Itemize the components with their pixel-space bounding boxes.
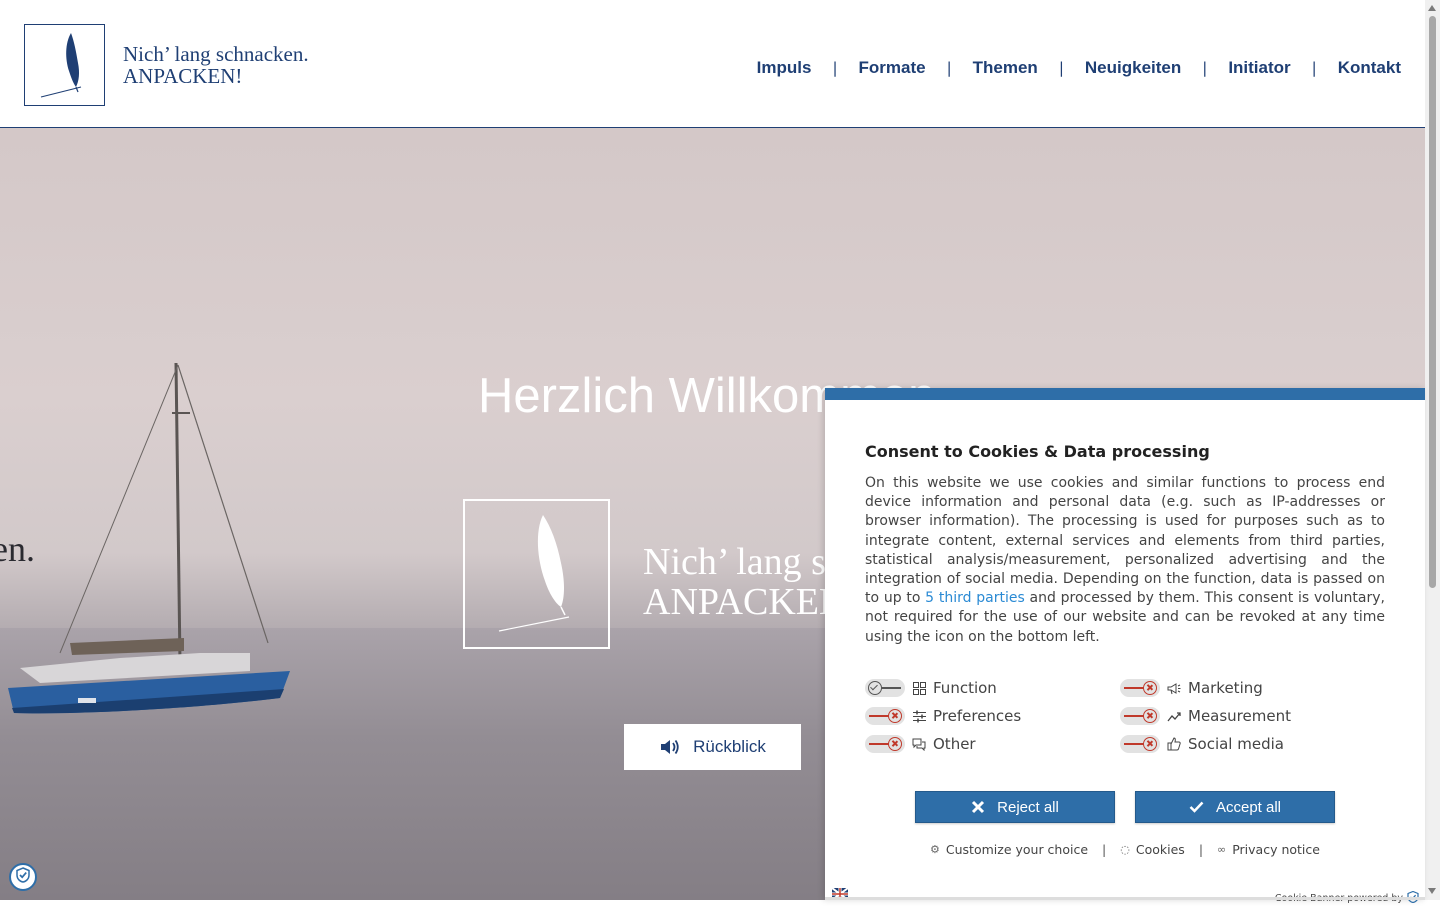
reject-all-button[interactable]: Reject all (915, 791, 1115, 823)
x-circle-icon (1143, 709, 1157, 723)
site-header: Nich’ lang schnacken. ANPACKEN! Impuls |… (0, 0, 1425, 128)
scroll-thumb[interactable] (1429, 16, 1436, 588)
customize-label: Customize your choice (945, 842, 1089, 857)
main-nav: Impuls | Formate | Themen | Neuigkeiten … (757, 58, 1401, 78)
shield-check-icon (15, 867, 31, 887)
x-circle-icon (1143, 681, 1157, 695)
rueckblick-button[interactable]: Rückblick (624, 724, 801, 770)
hero-side-text: en. (0, 529, 35, 569)
measurement-label: Measurement (1188, 707, 1291, 725)
other-toggle[interactable] (865, 735, 905, 753)
thumbs-up-icon (1166, 736, 1182, 752)
logo-wordmark: Nich’ lang schnacken. ANPACKEN! (123, 43, 309, 87)
cookie-desc-part-1: On this website we use cookies and simil… (865, 475, 1385, 607)
privacy-notice-link[interactable]: ∞ Privacy notice (1217, 842, 1320, 857)
nav-separator: | (832, 59, 838, 77)
site-logo[interactable]: Nich’ lang schnacken. ANPACKEN! (24, 24, 309, 106)
megaphone-icon (1166, 680, 1182, 696)
preferences-toggle[interactable] (865, 707, 905, 725)
marketing-label: Marketing (1188, 679, 1263, 697)
nav-kontakt[interactable]: Kontakt (1338, 58, 1401, 78)
cookie-icon: ◌ (1120, 843, 1130, 856)
link-separator: | (1102, 842, 1107, 857)
cookie-title: Consent to Cookies & Data processing (865, 442, 1210, 461)
x-circle-icon (1143, 737, 1157, 751)
close-icon (971, 800, 985, 814)
speaker-icon (659, 738, 681, 756)
sailboat-image (8, 362, 290, 714)
nav-themen[interactable]: Themen (973, 58, 1038, 78)
social-media-toggle[interactable] (1120, 735, 1160, 753)
cookie-description: On this website we use cookies and simil… (865, 474, 1385, 647)
logo-line-1: Nich’ lang schnacken. (123, 42, 309, 66)
rueckblick-label: Rückblick (693, 737, 766, 756)
category-other[interactable]: Other (865, 733, 976, 755)
grid-icon (911, 680, 927, 696)
link-icon: ∞ (1217, 843, 1227, 856)
preferences-label: Preferences (933, 707, 1022, 725)
logo-line-2: ANPACKEN! (123, 64, 243, 88)
category-preferences[interactable]: Preferences (865, 705, 1021, 727)
feather-logo-icon (24, 24, 105, 106)
nav-separator: | (1311, 59, 1317, 77)
cookies-link[interactable]: ◌ Cookies (1120, 842, 1185, 857)
other-label: Other (933, 735, 976, 753)
accept-all-label: Accept all (1215, 798, 1282, 816)
accept-all-button[interactable]: Accept all (1135, 791, 1335, 823)
nav-separator: | (946, 59, 952, 77)
nav-separator: | (1058, 59, 1064, 77)
category-marketing[interactable]: Marketing (1120, 677, 1263, 699)
cookies-label: Cookies (1135, 842, 1185, 857)
nav-initiator[interactable]: Initiator (1228, 58, 1290, 78)
scroll-down-arrow-icon[interactable] (1428, 888, 1436, 894)
category-measurement[interactable]: Measurement (1120, 705, 1291, 727)
nav-separator: | (1202, 59, 1208, 77)
sliders-icon (911, 708, 927, 724)
category-social-media[interactable]: Social media (1120, 733, 1284, 755)
page-scrollbar[interactable] (1425, 0, 1440, 900)
check-icon (1189, 801, 1204, 813)
nav-impuls[interactable]: Impuls (757, 58, 812, 78)
gear-icon: ⚙ (930, 843, 940, 856)
scroll-up-arrow-icon[interactable] (1428, 5, 1436, 11)
hero-feather-logo-icon (463, 499, 610, 649)
cookie-links: ⚙ Customize your choice | ◌ Cookies | ∞ Pri… (825, 842, 1425, 857)
consent-settings-button[interactable] (9, 863, 37, 891)
check-icon (868, 681, 882, 695)
language-flag-icon[interactable] (831, 885, 849, 901)
cookie-consent-panel: Consent to Cookies & Data processing On … (825, 388, 1425, 904)
category-function[interactable]: Function (865, 677, 997, 699)
customize-link[interactable]: ⚙ Customize your choice (930, 842, 1088, 857)
social-media-label: Social media (1188, 735, 1284, 753)
nav-formate[interactable]: Formate (859, 58, 926, 78)
measurement-toggle[interactable] (1120, 707, 1160, 725)
chart-icon (1166, 708, 1182, 724)
function-label: Function (933, 679, 997, 697)
x-circle-icon (888, 737, 902, 751)
reject-all-label: Reject all (997, 798, 1059, 816)
chat-icon (911, 736, 927, 752)
marketing-toggle[interactable] (1120, 679, 1160, 697)
function-toggle[interactable] (865, 679, 905, 697)
x-circle-icon (888, 709, 902, 723)
third-parties-link[interactable]: 5 third parties (925, 590, 1025, 606)
privacy-notice-label: Privacy notice (1232, 842, 1320, 857)
nav-neuigkeiten[interactable]: Neuigkeiten (1085, 58, 1181, 78)
link-separator: | (1198, 842, 1204, 857)
